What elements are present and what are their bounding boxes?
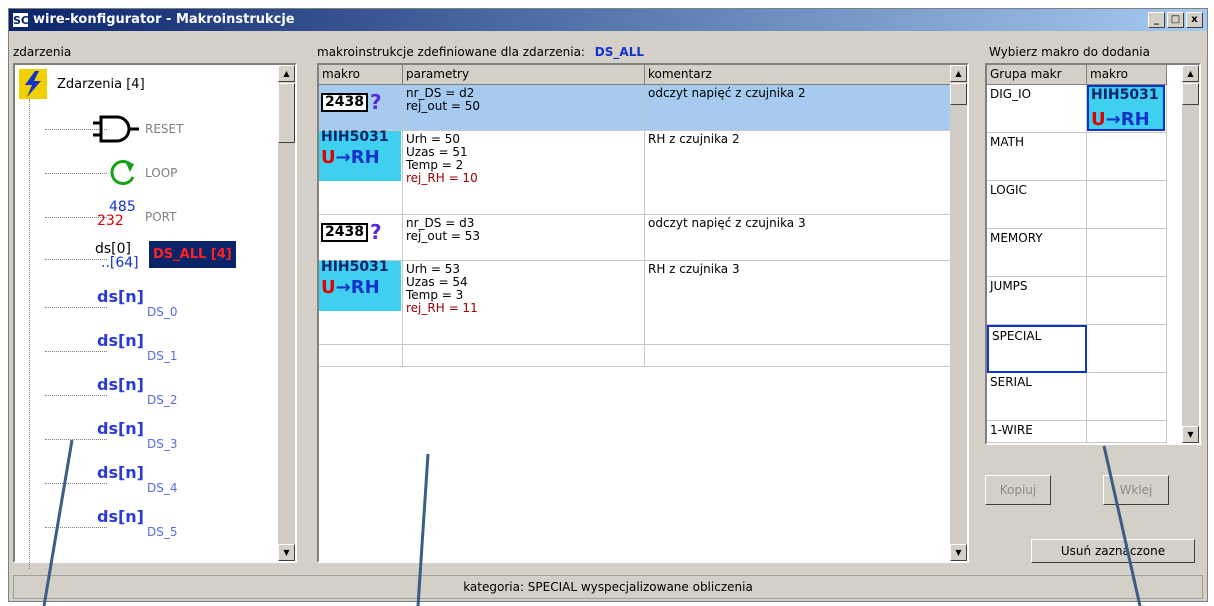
annotation-lines: [42, 439, 1142, 606]
